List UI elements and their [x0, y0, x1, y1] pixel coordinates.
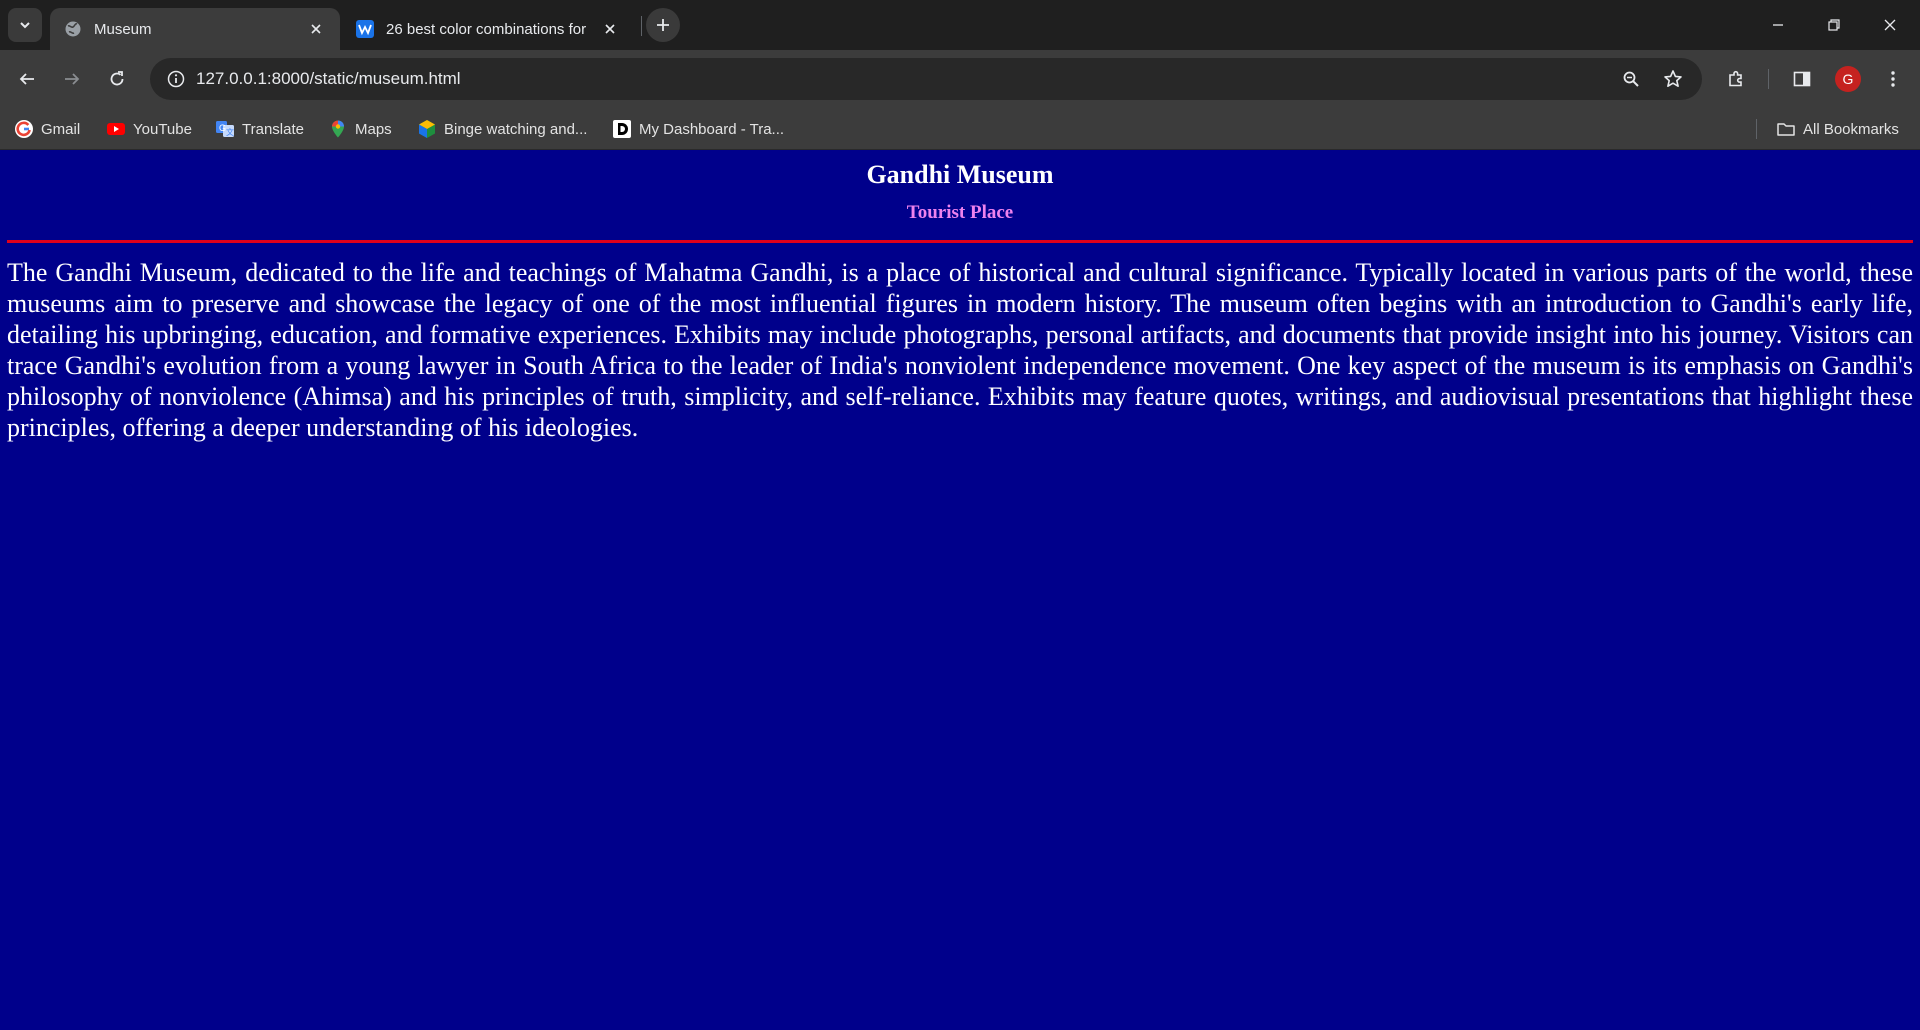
side-panel-button[interactable] — [1785, 62, 1819, 96]
restore-icon — [1828, 19, 1840, 31]
close-tab-icon[interactable] — [306, 19, 326, 39]
google-icon — [14, 119, 34, 139]
globe-icon — [64, 20, 82, 38]
back-button[interactable] — [10, 62, 44, 96]
side-panel-icon — [1793, 71, 1811, 87]
bookmark-gmail[interactable]: Gmail — [14, 117, 80, 141]
bookmark-star-icon[interactable] — [1657, 63, 1689, 95]
page-content: Gandhi Museum Tourist Place The Gandhi M… — [0, 151, 1920, 1030]
profile-avatar[interactable]: G — [1835, 66, 1861, 92]
kebab-menu-icon — [1891, 71, 1895, 87]
minimize-icon — [1773, 24, 1783, 26]
youtube-icon — [106, 119, 126, 139]
forward-button[interactable] — [55, 62, 89, 96]
bookmark-label: Gmail — [41, 120, 81, 138]
bookmark-label: Binge watching and... — [444, 120, 588, 138]
reload-button[interactable] — [100, 62, 134, 96]
extensions-button[interactable] — [1719, 62, 1753, 96]
all-bookmarks-button[interactable]: All Bookmarks — [1776, 117, 1899, 141]
tab-color-combinations[interactable]: 26 best color combinations for — [342, 8, 634, 50]
tab-search-button[interactable] — [8, 8, 42, 42]
bookmarks-bar: Gmail YouTube G文 Translate Maps Binge wa… — [0, 108, 1920, 150]
close-icon — [1884, 19, 1896, 31]
restore-button[interactable] — [1806, 0, 1862, 50]
site-info-icon[interactable] — [160, 63, 192, 95]
svg-text:G: G — [219, 123, 226, 133]
new-tab-button[interactable] — [646, 8, 680, 42]
translate-icon: G文 — [215, 119, 235, 139]
chevron-down-icon — [20, 22, 30, 29]
page-subtitle: Tourist Place — [906, 202, 1014, 223]
address-bar[interactable]: 127.0.0.1:8000/static/museum.html — [150, 58, 1702, 100]
bookmark-label: Translate — [242, 120, 304, 138]
body-paragraph: The Gandhi Museum, dedicated to the life… — [7, 258, 1913, 442]
bookmark-label: Maps — [355, 120, 392, 138]
reload-icon — [110, 71, 124, 86]
bookmark-binge-watching[interactable]: Binge watching and... — [417, 117, 587, 141]
all-bookmarks-label: All Bookmarks — [1803, 120, 1899, 138]
close-window-button[interactable] — [1862, 0, 1918, 50]
horizontal-rule — [7, 240, 1913, 243]
binge-icon — [417, 119, 437, 139]
svg-text:文: 文 — [226, 127, 234, 137]
bookmark-maps[interactable]: Maps — [328, 117, 392, 141]
tab-museum[interactable]: Museum — [50, 8, 340, 50]
page-title: Gandhi Museum — [866, 160, 1054, 189]
arrow-left-icon — [19, 73, 34, 85]
browser-toolbar: 127.0.0.1:8000/static/museum.html G — [0, 50, 1920, 108]
menu-button[interactable] — [1876, 62, 1910, 96]
bookmark-label: YouTube — [133, 120, 192, 138]
bookmark-my-dashboard[interactable]: My Dashboard - Tra... — [612, 117, 784, 141]
tab-title: 26 best color combinations for — [386, 20, 587, 38]
tab-title: Museum — [94, 20, 152, 38]
arrow-right-icon — [65, 73, 80, 85]
w-app-icon — [356, 20, 374, 38]
maps-icon — [328, 119, 348, 139]
bookmark-label: My Dashboard - Tra... — [639, 120, 785, 138]
puzzle-icon — [1729, 70, 1742, 87]
bookmark-translate[interactable]: G文 Translate — [215, 117, 304, 141]
zoom-icon[interactable] — [1615, 63, 1647, 95]
minimize-button[interactable] — [1750, 0, 1806, 50]
url-text: 127.0.0.1:8000/static/museum.html — [196, 69, 461, 88]
bookmarks-divider — [1756, 119, 1757, 139]
toolbar-divider — [1768, 69, 1769, 89]
d-icon — [612, 119, 632, 139]
plus-icon — [657, 19, 669, 31]
bookmark-youtube[interactable]: YouTube — [106, 117, 192, 141]
tab-divider — [641, 16, 642, 36]
tab-strip: Museum 26 best color combinations for — [0, 0, 1920, 50]
close-tab-icon[interactable] — [600, 19, 620, 39]
folder-icon — [1776, 119, 1796, 139]
